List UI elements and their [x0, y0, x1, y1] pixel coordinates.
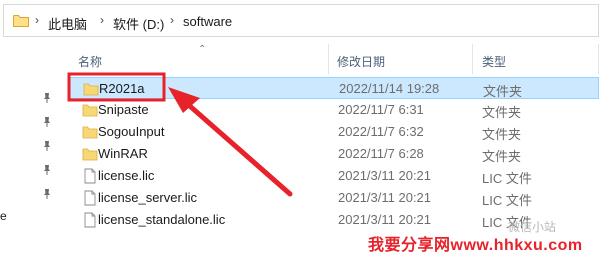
pin-icon[interactable]	[41, 92, 53, 104]
file-date: 2021/3/11 20:21	[338, 190, 432, 205]
sort-up-icon: ⌃	[198, 44, 207, 55]
file-type: LIC 文件	[482, 171, 532, 186]
pin-icon[interactable]	[41, 116, 53, 128]
pin-icon[interactable]	[41, 188, 53, 200]
folder-icon	[13, 15, 29, 27]
file-date: 2021/3/11 20:21	[338, 168, 432, 183]
column-name-header[interactable]: 名称	[78, 53, 102, 70]
document-icon	[84, 190, 96, 206]
file-name: SogouInput	[98, 124, 165, 139]
folder-icon	[82, 104, 98, 117]
file-date: 2021/3/11 20:21	[338, 212, 432, 227]
breadcrumb-drive-d[interactable]: 软件 (D:)	[113, 14, 164, 33]
file-date: 2022/11/14 19:28	[339, 81, 440, 96]
file-type: 文件夹	[483, 84, 523, 99]
file-name: license_server.lic	[98, 190, 197, 205]
file-row-r2021a[interactable]: R2021a 2022/11/14 19:28 文件夹	[68, 77, 599, 99]
file-name: R2021a	[99, 81, 145, 96]
file-type: 文件夹	[482, 127, 522, 142]
folder-icon	[82, 126, 98, 139]
file-row-snipaste[interactable]: Snipaste 2022/11/7 6:31 文件夹	[68, 99, 599, 121]
file-date: 2022/11/7 6:32	[338, 124, 424, 139]
folder-icon	[83, 83, 99, 96]
file-row-winrar[interactable]: WinRAR 2022/11/7 6:28 文件夹	[68, 143, 599, 165]
file-name: WinRAR	[98, 146, 148, 161]
document-icon	[84, 212, 96, 228]
breadcrumb-this-pc[interactable]: 此电脑	[48, 14, 87, 33]
file-row-license[interactable]: license.lic 2021/3/11 20:21 LIC 文件	[68, 165, 599, 187]
breadcrumb-separator: ›	[35, 13, 39, 27]
pin-icon[interactable]	[41, 164, 53, 176]
watermark: 我要分享网www.hhkxu.com	[368, 237, 583, 254]
pin-icon[interactable]	[41, 140, 53, 152]
file-date: 2022/11/7 6:28	[338, 146, 424, 161]
file-type: LIC 文件	[482, 193, 532, 208]
nav-item-label[interactable]: e	[0, 209, 7, 223]
breadcrumb-separator: ›	[100, 13, 104, 27]
file-row-license-server[interactable]: license_server.lic 2021/3/11 20:21 LIC 文…	[68, 187, 599, 209]
breadcrumb-software[interactable]: software	[183, 14, 232, 29]
breadcrumb-separator: ›	[170, 13, 174, 27]
document-icon	[84, 168, 96, 184]
file-row-sogouinput[interactable]: SogouInput 2022/11/7 6:32 文件夹	[68, 121, 599, 143]
column-modified-header[interactable]: 修改日期	[337, 53, 385, 70]
navigation-pane: e	[0, 44, 62, 265]
folder-icon	[82, 148, 98, 161]
address-bar: › 此电脑 › 软件 (D:) › software	[0, 0, 601, 44]
file-name: license_standalone.lic	[98, 212, 226, 227]
file-date: 2022/11/7 6:31	[338, 102, 424, 117]
address-box[interactable]: › 此电脑 › 软件 (D:) › software	[3, 4, 599, 37]
file-name: license.lic	[98, 168, 155, 183]
file-name: Snipaste	[98, 102, 149, 117]
file-type: 文件夹	[482, 105, 522, 120]
column-divider[interactable]	[328, 44, 329, 74]
column-divider[interactable]	[598, 44, 599, 74]
file-type: 文件夹	[482, 149, 522, 164]
column-type-header[interactable]: 类型	[482, 53, 506, 70]
column-divider[interactable]	[472, 44, 473, 74]
column-header: ⌃ 名称 修改日期 类型	[62, 44, 601, 74]
